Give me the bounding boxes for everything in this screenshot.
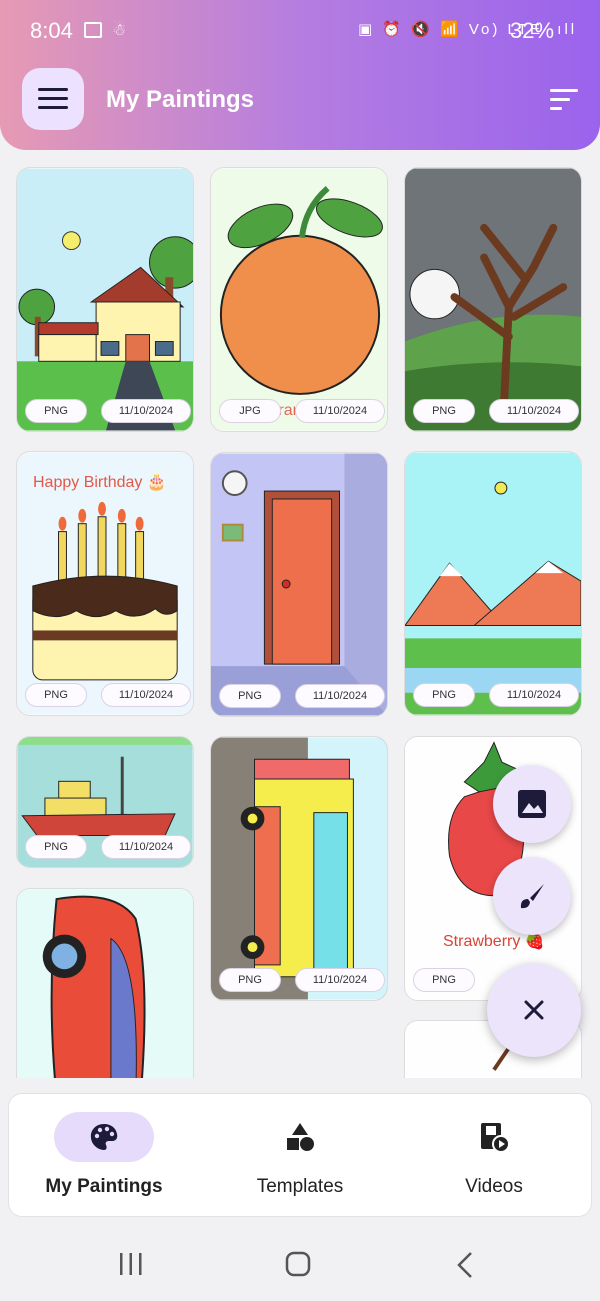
- back-icon[interactable]: [456, 1251, 474, 1279]
- painting-card-mountains[interactable]: PNG 11/10/2024: [404, 451, 582, 716]
- date-badge: 11/10/2024: [489, 399, 579, 423]
- painting-card-boat[interactable]: PNG 11/10/2024: [16, 736, 194, 868]
- recent-apps-icon[interactable]: [118, 1252, 144, 1276]
- brush-icon: [520, 884, 544, 909]
- nav-item-templates[interactable]: Templates: [205, 1094, 395, 1218]
- bottom-navigation: My Paintings Templates Videos: [8, 1093, 592, 1217]
- status-time: 8:04: [30, 18, 73, 43]
- import-image-button[interactable]: [493, 765, 571, 843]
- painting-card-car[interactable]: [16, 888, 194, 1078]
- menu-button[interactable]: [22, 68, 84, 130]
- gallery-notification-icon: [84, 22, 102, 38]
- nav-indicator: [54, 1112, 154, 1162]
- nav-label: Videos: [465, 1176, 523, 1197]
- battery-level: 32%: [510, 18, 555, 43]
- painting-card-orange[interactable]: Orange JPG 11/10/2024: [210, 167, 388, 432]
- painting-card-house[interactable]: PNG 11/10/2024: [16, 167, 194, 432]
- format-badge: JPG: [219, 399, 281, 423]
- paintings-grid: PNG 11/10/2024 Orange JPG 11/10/2024 PNG…: [0, 150, 600, 1078]
- date-badge: 11/10/2024: [489, 683, 579, 707]
- hamburger-menu-icon: [38, 88, 68, 109]
- palette-icon: [90, 1124, 118, 1150]
- format-badge: PNG: [413, 399, 475, 423]
- painting-card-truck[interactable]: PNG 11/10/2024: [210, 736, 388, 1001]
- date-badge: 11/10/2024: [101, 835, 191, 859]
- nav-label: My Paintings: [45, 1176, 163, 1197]
- painting-card-tree[interactable]: PNG 11/10/2024: [404, 167, 582, 432]
- date-badge: 11/10/2024: [295, 399, 385, 423]
- status-bar: 8:04 ☃ ▣ ⏰ 🔇 📶 Vo) LTE .ıll 32%: [0, 0, 600, 64]
- format-badge: PNG: [219, 684, 281, 708]
- mountains-painting: [405, 452, 581, 715]
- nav-label: Templates: [256, 1176, 344, 1197]
- nav-item-my-paintings[interactable]: My Paintings: [9, 1094, 199, 1218]
- format-badge: PNG: [25, 835, 87, 859]
- painting-card-cake[interactable]: Happy Birthday 🎂 PNG 11/10/2024: [16, 451, 194, 716]
- date-badge: 11/10/2024: [295, 684, 385, 708]
- image-icon: [518, 790, 546, 818]
- format-badge: PNG: [25, 683, 87, 707]
- nav-indicator: [444, 1112, 544, 1162]
- car-painting: [17, 889, 193, 1078]
- date-badge: 11/10/2024: [101, 683, 191, 707]
- truck-painting: [211, 737, 387, 1000]
- tree-painting: [405, 168, 581, 431]
- video-icon: [481, 1123, 510, 1153]
- home-icon[interactable]: [285, 1251, 311, 1277]
- notification-icon: ☃: [112, 22, 127, 39]
- door-painting: [211, 453, 387, 716]
- house-painting: [17, 168, 193, 431]
- format-badge: PNG: [413, 968, 475, 992]
- orange-painting: [211, 168, 387, 431]
- painting-caption: Happy Birthday 🎂: [33, 474, 167, 491]
- page-title: My Paintings: [106, 86, 255, 113]
- app-bar: 8:04 ☃ ▣ ⏰ 🔇 📶 Vo) LTE .ıll 32% My Paint…: [0, 0, 600, 150]
- close-fab-button[interactable]: [487, 963, 581, 1057]
- sort-icon[interactable]: [548, 86, 580, 114]
- format-badge: PNG: [219, 968, 281, 992]
- painting-card-door[interactable]: PNG 11/10/2024: [210, 452, 388, 717]
- format-badge: PNG: [25, 399, 87, 423]
- system-navigation-bar: [0, 1226, 600, 1301]
- close-icon: [524, 1000, 544, 1020]
- date-badge: 11/10/2024: [101, 399, 191, 423]
- nav-indicator: [250, 1112, 350, 1162]
- shapes-icon: [287, 1123, 314, 1151]
- format-badge: PNG: [413, 683, 475, 707]
- date-badge: 11/10/2024: [295, 968, 385, 992]
- nav-item-videos[interactable]: Videos: [399, 1094, 589, 1218]
- new-painting-button[interactable]: [493, 857, 571, 935]
